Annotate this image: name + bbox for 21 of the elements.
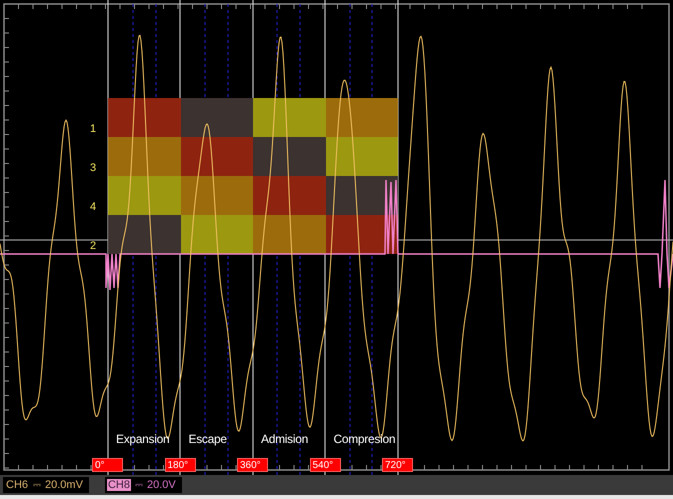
angle-marker[interactable]: 720° xyxy=(382,458,413,472)
coupling-symbol: ⎓ xyxy=(134,480,143,490)
phase-label: Escape xyxy=(188,432,227,446)
channel-scale: 20.0V xyxy=(146,479,176,491)
channel-scale: 20.0mV xyxy=(45,479,83,491)
phase-label: Expansion xyxy=(115,432,170,446)
row-label: 1 xyxy=(89,122,98,137)
angle-marker[interactable]: 180° xyxy=(164,458,196,472)
coupling-symbol: ⎓ xyxy=(33,480,42,490)
angle-marker[interactable]: 540° xyxy=(310,458,340,472)
row-label: 2 xyxy=(89,239,98,254)
channel-readout[interactable]: CH6 ⎓ 20.0mV xyxy=(3,477,89,493)
angle-marker[interactable]: 360° xyxy=(237,458,268,472)
phase-label: Compresion xyxy=(332,432,396,446)
row-label: 4 xyxy=(89,200,98,215)
channel-name: CH8 xyxy=(106,479,131,491)
row-label: 3 xyxy=(89,161,98,176)
channel-readout[interactable]: CH8 ⎓ 20.0V xyxy=(104,477,182,493)
angle-marker[interactable]: 0° xyxy=(92,458,123,472)
channel-name: CH6 xyxy=(5,479,30,491)
phase-label: Admision xyxy=(260,432,308,446)
